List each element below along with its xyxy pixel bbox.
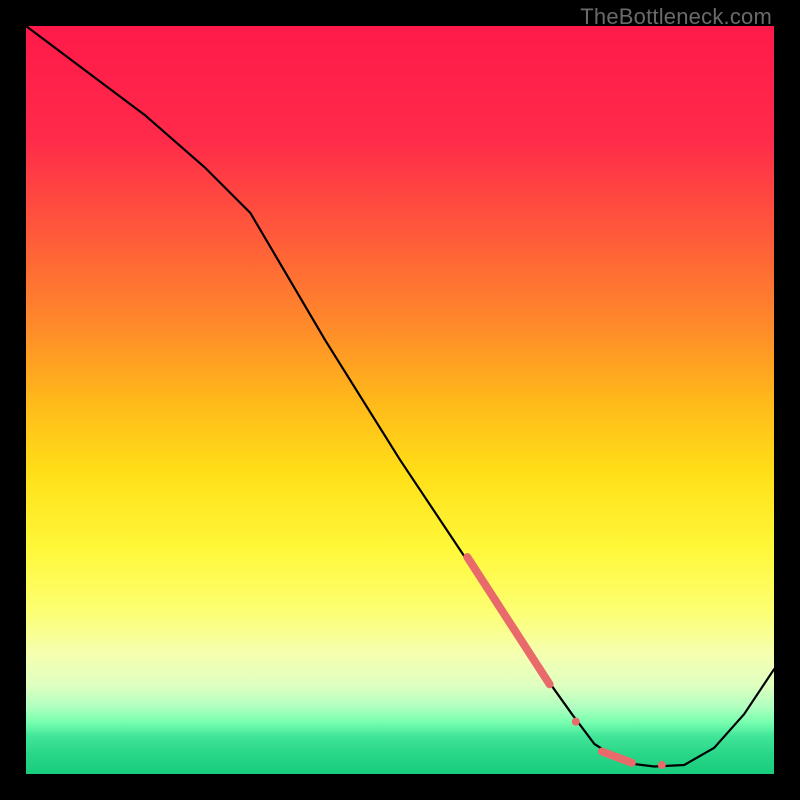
- chart-container: TheBottleneck.com: [0, 0, 800, 800]
- highlight-dot: [572, 718, 580, 726]
- highlight-segment: [467, 557, 549, 684]
- highlight-dot: [658, 761, 666, 769]
- chart-svg: [26, 26, 774, 774]
- highlight-segment: [602, 752, 632, 763]
- watermark-text: TheBottleneck.com: [580, 4, 772, 30]
- bottleneck-curve: [26, 26, 774, 767]
- marker-group: [467, 557, 665, 769]
